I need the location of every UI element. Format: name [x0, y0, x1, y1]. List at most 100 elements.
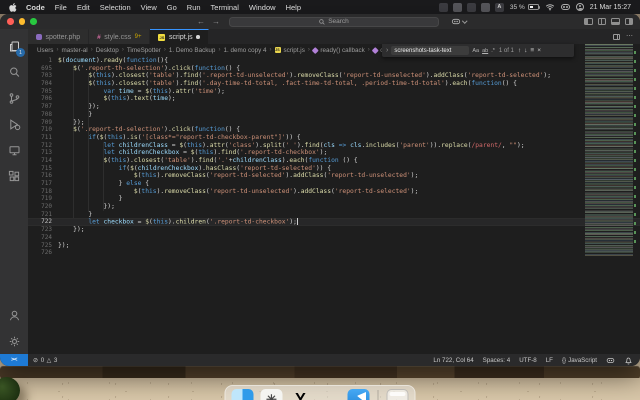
code-line[interactable]: 726 — [28, 249, 640, 257]
code-line[interactable]: 720 }); — [28, 203, 640, 211]
breadcrumb-item[interactable]: 1. demo copy 4 — [223, 47, 266, 54]
next-match-button[interactable]: ↓ — [524, 47, 527, 54]
eol-sequence[interactable]: LF — [546, 357, 553, 364]
breadcrumb-item[interactable]: script.js — [284, 47, 305, 54]
line-number[interactable]: 714 — [28, 157, 58, 165]
dock-icon-duckduckgo[interactable] — [319, 389, 341, 400]
whole-word-toggle[interactable]: ab — [482, 48, 488, 54]
line-number[interactable]: 708 — [28, 111, 58, 119]
menubar-clock[interactable]: 21 Mar 15:27 — [590, 4, 631, 11]
dock-icon-vscode[interactable] — [348, 389, 370, 400]
menu-file[interactable]: File — [55, 3, 67, 12]
indentation[interactable]: Spaces: 4 — [483, 357, 511, 364]
breadcrumb-item[interactable]: Users — [37, 47, 53, 54]
line-number[interactable]: 716 — [28, 172, 58, 180]
code-line[interactable]: 721 } — [28, 211, 640, 219]
control-center-icon[interactable] — [561, 4, 570, 10]
minimap[interactable] — [585, 44, 633, 256]
line-number[interactable]: 719 — [28, 195, 58, 203]
menu-help[interactable]: Help — [286, 3, 301, 12]
line-number[interactable]: 723 — [28, 226, 58, 234]
menu-code[interactable]: Code — [26, 3, 45, 12]
regex-toggle[interactable]: .* — [491, 48, 495, 54]
line-number[interactable]: 705 — [28, 88, 58, 96]
code-line[interactable]: 708 } — [28, 111, 640, 119]
toggle-sidebar-button[interactable] — [584, 18, 593, 25]
code-line[interactable]: 703 $(this).closest('table').find('.repo… — [28, 72, 640, 80]
toggle-bottom-panel-button[interactable] — [611, 18, 620, 25]
window-title-bar[interactable]: ← → Search — [0, 14, 640, 29]
code-line[interactable]: 710 $('.report-td-selection').click(func… — [28, 126, 640, 134]
close-find-button[interactable]: × — [537, 47, 541, 54]
language-mode[interactable]: {} JavaScript — [562, 357, 597, 364]
wifi-icon[interactable] — [545, 3, 555, 11]
extensions-icon[interactable] — [2, 163, 26, 189]
copilot-status-icon[interactable] — [606, 356, 615, 365]
line-number[interactable]: 722 — [28, 218, 58, 226]
line-number[interactable]: 718 — [28, 188, 58, 196]
breadcrumb-item[interactable]: ready() callback — [320, 47, 364, 54]
minimize-window-button[interactable] — [19, 18, 26, 25]
search-sidebar-icon[interactable] — [2, 59, 26, 85]
menu-selection[interactable]: Selection — [100, 3, 131, 12]
find-input[interactable]: screenshots-task-text — [391, 46, 469, 55]
line-number[interactable]: 724 — [28, 234, 58, 242]
toggle-secondary-sidebar-button[interactable] — [625, 18, 634, 25]
menubar-app-icon-5[interactable]: A — [495, 3, 504, 12]
menubar-app-icon-2[interactable] — [453, 3, 462, 12]
code-line[interactable]: 724 — [28, 234, 640, 242]
menu-view[interactable]: View — [141, 3, 157, 12]
code-line[interactable]: 707 }); — [28, 103, 640, 111]
code-line[interactable]: 713 let childrenCheckbox = $(this).find(… — [28, 149, 640, 157]
code-line[interactable]: 718 $(this).removeClass('report-td-unsel… — [28, 188, 640, 196]
line-number[interactable]: 717 — [28, 180, 58, 188]
line-number[interactable]: 726 — [28, 249, 58, 257]
breadcrumb-item[interactable]: TimeSpotter — [127, 47, 161, 54]
copilot-menu[interactable] — [451, 17, 467, 26]
line-number[interactable]: 703 — [28, 72, 58, 80]
accounts-icon[interactable] — [2, 302, 26, 328]
tab-script.js[interactable]: JSscript.js — [150, 29, 208, 44]
breadcrumb-item[interactable]: 1. Demo Backup — [169, 47, 216, 54]
notifications-bell-icon[interactable] — [624, 356, 633, 365]
code-line[interactable]: 716 $(this).removeClass('report-td-selec… — [28, 172, 640, 180]
menu-terminal[interactable]: Terminal — [211, 3, 239, 12]
dock-icon-yandex-browser[interactable]: Y — [290, 389, 312, 400]
line-number[interactable]: 712 — [28, 142, 58, 150]
menubar-app-icon-4[interactable] — [481, 3, 490, 12]
breadcrumb-item[interactable]: Desktop — [96, 47, 119, 54]
breadcrumb-item[interactable]: master-al — [61, 47, 87, 54]
battery-indicator[interactable]: 35 % — [510, 4, 539, 11]
remote-explorer-icon[interactable] — [2, 137, 26, 163]
code-line[interactable]: 715 if($(childrenCheckbox).hasClass('rep… — [28, 165, 640, 173]
split-editor-icon[interactable] — [613, 34, 620, 40]
dock-icon-finder[interactable] — [232, 389, 254, 400]
menubar-app-icon-3[interactable] — [467, 3, 476, 12]
line-number[interactable]: 706 — [28, 95, 58, 103]
code-line[interactable]: 712 let childrenClass = $(this).attr('cl… — [28, 142, 640, 150]
line-number[interactable]: 715 — [28, 165, 58, 173]
user-account-icon[interactable] — [576, 3, 584, 11]
menubar-app-icon-1[interactable] — [439, 3, 448, 12]
code-line[interactable]: 706 $(this).text(time); — [28, 95, 640, 103]
code-line[interactable]: 725}); — [28, 242, 640, 250]
code-line[interactable]: 709 }); — [28, 119, 640, 127]
explorer-icon[interactable]: 1 — [2, 33, 26, 59]
source-control-icon[interactable] — [2, 85, 26, 111]
code-line[interactable]: 705 var time = $(this).attr('time'); — [28, 88, 640, 96]
line-number[interactable]: 709 — [28, 119, 58, 127]
encoding[interactable]: UTF-8 — [519, 357, 537, 364]
code-editor[interactable]: 1$(document).ready(function(){695 $('.re… — [28, 56, 640, 354]
line-number[interactable]: 710 — [28, 126, 58, 134]
match-case-toggle[interactable]: Aa — [472, 48, 479, 54]
more-actions-icon[interactable]: ⋯ — [626, 34, 633, 40]
tab-style.css[interactable]: #style.css9+ — [89, 29, 150, 44]
problems-indicator[interactable]: ⊘ 0 △ 3 — [28, 357, 57, 364]
code-line[interactable]: 695 $('.report-th-selection').click(func… — [28, 65, 640, 73]
close-window-button[interactable] — [7, 18, 14, 25]
dock-icon-trash[interactable] — [387, 389, 409, 400]
line-number[interactable]: 707 — [28, 103, 58, 111]
menu-edit[interactable]: Edit — [77, 3, 90, 12]
cursor-position[interactable]: Ln 722, Col 64 — [433, 357, 473, 364]
code-line[interactable]: 714 $(this).closest('table').find('.'+ch… — [28, 157, 640, 165]
